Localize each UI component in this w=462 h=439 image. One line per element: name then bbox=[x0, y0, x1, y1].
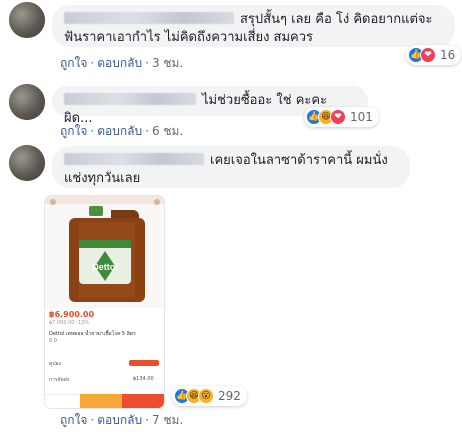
reaction-summary[interactable]: 👍 😆 😮 292 bbox=[172, 386, 247, 406]
attached-product-image[interactable]: Dettol ฿6,900.00 ฿7,000.00 -13% Dettol เ… bbox=[45, 196, 164, 408]
comment-bubble: สรุปสั้นๆ เลย คือ โง่ คิดอยากแต่จะฟันราค… bbox=[52, 5, 455, 47]
author-name-blurred[interactable] bbox=[64, 153, 204, 165]
timestamp[interactable]: 3 ชม. bbox=[152, 56, 183, 70]
reply-link[interactable]: ตอบกลับ bbox=[97, 124, 142, 138]
product-price: ฿6,900.00 bbox=[49, 310, 95, 319]
timestamp[interactable]: 7 ชม. bbox=[152, 413, 183, 427]
brand-text: Dettol bbox=[92, 262, 118, 272]
comment-actions: ถูกใจ · ตอบกลับ · 7 ชม. bbox=[60, 413, 184, 427]
reaction-summary[interactable]: 👍 😆 ❤ 101 bbox=[304, 107, 379, 127]
love-icon: ❤ bbox=[420, 47, 436, 63]
reply-link[interactable]: ตอบกลับ bbox=[97, 413, 142, 427]
avatar[interactable] bbox=[9, 2, 45, 38]
coupon-tag bbox=[129, 360, 159, 366]
wow-icon: 😮 bbox=[198, 388, 214, 404]
comment-bubble: เคยเจอในลาซาด้าราคานี้ ผมนั่งแช่งทุกวันเ… bbox=[52, 146, 410, 188]
timestamp[interactable]: 6 ชม. bbox=[152, 124, 183, 138]
like-link[interactable]: ถูกใจ bbox=[60, 413, 87, 427]
dettol-bottle-illustration: Dettol bbox=[45, 196, 164, 302]
reaction-summary[interactable]: 👍 ❤ 16 bbox=[406, 45, 462, 65]
shipping-price: ฿134.00 bbox=[133, 376, 154, 382]
product-photo: Dettol bbox=[45, 196, 164, 308]
reaction-count: 16 bbox=[440, 48, 456, 62]
like-link[interactable]: ถูกใจ bbox=[60, 56, 87, 70]
author-name-blurred[interactable] bbox=[64, 93, 196, 105]
avatar[interactable] bbox=[9, 145, 45, 181]
like-link[interactable]: ถูกใจ bbox=[60, 124, 87, 138]
avatar[interactable] bbox=[9, 84, 45, 120]
comment-actions: ถูกใจ · ตอบกลับ · 6 ชม. bbox=[60, 124, 184, 138]
reply-link[interactable]: ตอบกลับ bbox=[97, 56, 142, 70]
product-action-bar bbox=[45, 394, 164, 408]
comment-actions: ถูกใจ · ตอบกลับ · 3 ชม. bbox=[60, 56, 184, 70]
coupon-label: คูปอง bbox=[49, 361, 61, 367]
product-title: Dettol เดทตอล น้ำยาฆ่าเชื้อโรค 5 ลิตร bbox=[49, 331, 136, 337]
reaction-count: 292 bbox=[218, 389, 241, 403]
product-old-price: ฿7,000.00 -13% bbox=[49, 320, 89, 326]
love-icon: ❤ bbox=[330, 109, 346, 125]
product-rating: 0.0 bbox=[49, 338, 57, 344]
reaction-count: 101 bbox=[350, 110, 373, 124]
shipping-label: การจัดส่ง bbox=[49, 377, 70, 383]
author-name-blurred[interactable] bbox=[64, 12, 234, 24]
